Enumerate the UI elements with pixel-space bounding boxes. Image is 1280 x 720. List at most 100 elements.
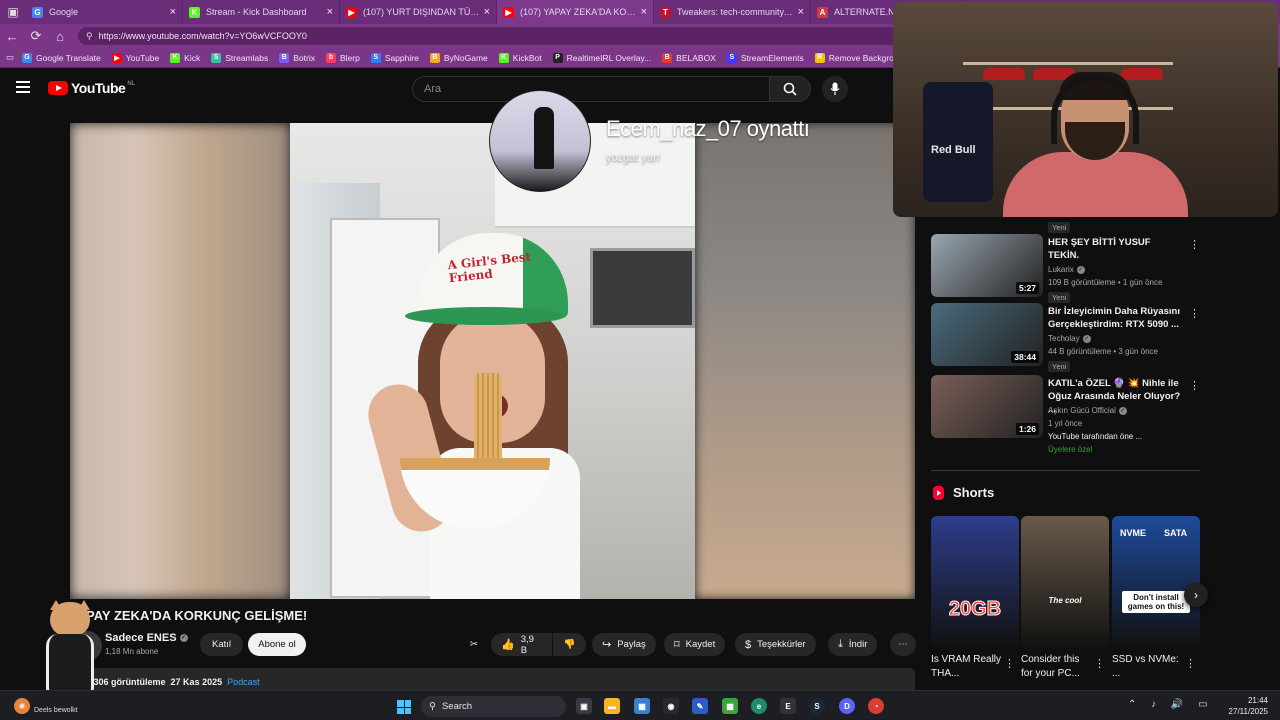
site-info-icon[interactable]: ⚲ <box>86 31 93 42</box>
download-label: İndir <box>848 639 868 650</box>
clip-button[interactable]: ✂ <box>470 633 478 656</box>
dislike-button[interactable]: 👎 <box>553 633 586 656</box>
members-only-text: Üyelere özel <box>1048 445 1093 454</box>
edge-icon[interactable]: e <box>751 698 767 714</box>
tab-title: (107) YURT DIŞINDAN TÜRKİYE'YE <box>363 7 480 17</box>
related-meta: 44 B görüntüleme • 3 gün önce <box>1048 347 1158 356</box>
bookmark-favicon-icon: b <box>325 52 336 63</box>
download-button[interactable]: ⤓ İndir <box>828 633 878 656</box>
more-vertical-icon[interactable]: ⋮ <box>1189 307 1200 320</box>
channel-name-text: Sadece ENES <box>105 632 177 644</box>
share-button[interactable]: ↪ Paylaş <box>592 633 656 656</box>
related-channel[interactable]: Lukarix ✓ <box>1048 265 1085 274</box>
bookmark-item[interactable]: K Kick <box>170 52 200 63</box>
minecraft-icon[interactable]: ▩ <box>722 698 738 714</box>
file-explorer-icon[interactable]: ▬ <box>604 698 620 714</box>
short-caption[interactable]: Consider this for your PC... <box>1021 653 1091 681</box>
close-tab-icon[interactable]: × <box>170 6 176 18</box>
close-tab-icon[interactable]: × <box>798 6 804 18</box>
system-tray-icons[interactable]: ⌃ ♪ 🔊 ▭ <box>1128 699 1214 710</box>
menu-icon[interactable] <box>16 81 30 93</box>
join-button[interactable]: Katıl <box>200 633 243 656</box>
video-thumbnail[interactable]: 5:27 <box>931 234 1043 297</box>
alert-avatar <box>489 90 591 192</box>
bookmark-item[interactable]: ▶ YouTube <box>111 52 159 63</box>
steam-icon[interactable]: S <box>809 698 825 714</box>
browser-tab[interactable]: T Tweakers: tech-community, nieuw × <box>654 0 811 24</box>
start-icon[interactable] <box>397 700 411 714</box>
browser-tab[interactable]: G Google × <box>26 0 183 24</box>
search-button[interactable] <box>769 76 811 102</box>
model-car <box>983 68 1025 80</box>
clock[interactable]: 21:44 27/11/2025 <box>1229 695 1268 717</box>
related-title[interactable]: HER ŞEY BİTTİ YUSUF TEKİN. <box>1048 236 1183 262</box>
thanks-button[interactable]: $ Teşekkürler <box>735 633 816 656</box>
short-caption[interactable]: SSD vs NVMe: ... <box>1112 653 1182 681</box>
weather-icon[interactable]: ☀ <box>14 698 30 714</box>
more-actions-button[interactable]: ⋯ <box>890 633 916 656</box>
chrome-icon[interactable]: ◔ <box>868 698 884 714</box>
shorts-next-button[interactable]: › <box>1184 583 1208 607</box>
task-view-icon[interactable]: ▣ <box>576 698 592 714</box>
more-vertical-icon[interactable]: ⋮ <box>1004 657 1015 670</box>
epic-games-icon[interactable]: E <box>780 698 796 714</box>
bookmark-label: Blerp <box>339 52 360 63</box>
search-input[interactable]: Ara <box>412 76 770 102</box>
bookmark-item[interactable]: S Sapphire <box>370 52 419 63</box>
taskbar-search[interactable]: ⚲ Search <box>421 696 566 717</box>
short-thumbnail[interactable]: The cool <box>1021 516 1109 648</box>
browser-tab[interactable]: K Stream - Kick Dashboard × <box>183 0 340 24</box>
close-tab-icon[interactable]: × <box>641 6 647 18</box>
channel-name[interactable]: Sadece ENES ✓ <box>105 632 188 644</box>
back-icon[interactable]: ← <box>0 24 24 48</box>
youtube-logo[interactable]: YouTube NL <box>48 80 135 96</box>
bookmarks-menu-icon[interactable]: ▭ <box>6 52 14 63</box>
chevron-right-icon: › <box>1194 588 1198 602</box>
save-button[interactable]: ⌑ Kaydet <box>664 633 726 656</box>
bookmark-item[interactable]: B ByNoGame <box>429 52 488 63</box>
bookmark-item[interactable]: B BELABOX <box>662 52 716 63</box>
obs-icon[interactable]: ◉ <box>663 698 679 714</box>
voice-search-button[interactable] <box>822 76 848 102</box>
short-overlay-text: 20GB <box>948 598 1002 621</box>
alert-subtitle: yozgat yarr <box>606 152 661 164</box>
bookmark-favicon-icon: K <box>170 52 181 63</box>
browser-tab[interactable]: ▶ (107) YAPAY ZEKA'DA KORKUNÇ × <box>497 0 654 24</box>
close-tab-icon[interactable]: × <box>327 6 333 18</box>
bookmark-item[interactable]: b Blerp <box>325 52 360 63</box>
bookmark-item[interactable]: K KickBot <box>498 52 542 63</box>
address-bar[interactable]: ⚲ https://www.youtube.com/watch?v=YO6wVC… <box>78 27 908 45</box>
more-vertical-icon[interactable]: ⋮ <box>1094 657 1105 670</box>
bookmark-item[interactable]: S Streamlabs <box>211 52 268 63</box>
video-thumbnail[interactable]: 1:26 <box>931 375 1043 438</box>
short-caption[interactable]: Is VRAM Really THA... <box>931 653 1001 681</box>
tab-actions-icon[interactable]: ▣ <box>0 0 26 24</box>
browser-tab[interactable]: ▶ (107) YURT DIŞINDAN TÜRKİYE'YE × <box>340 0 497 24</box>
related-channel[interactable]: Techolay ✓ <box>1048 334 1091 343</box>
bookmark-favicon-icon: S <box>370 52 381 63</box>
short-thumbnail[interactable]: Don't install games on this! NVME SATA <box>1112 516 1200 648</box>
reload-icon[interactable]: ⟳ <box>24 24 48 48</box>
search-placeholder: Ara <box>424 83 442 95</box>
more-vertical-icon[interactable]: ⋮ <box>1189 379 1200 392</box>
editor-icon[interactable]: ✎ <box>692 698 708 714</box>
video-player[interactable]: A Girl's Best Friend <box>70 123 915 599</box>
video-thumbnail[interactable]: 38:44 <box>931 303 1043 366</box>
close-tab-icon[interactable]: × <box>484 6 490 18</box>
store-icon[interactable]: ▦ <box>634 698 650 714</box>
subscribe-button[interactable]: Abone ol <box>248 633 306 656</box>
related-title[interactable]: Bir İzleyicimin Daha Rüyasını Gerçekleşt… <box>1048 305 1183 331</box>
related-channel[interactable]: Aşkın Gücü Official ✓ <box>1048 406 1127 415</box>
bookmark-item[interactable]: P RealtimeIRL Overlay... <box>552 52 651 63</box>
bookmark-item[interactable]: B Botrix <box>279 52 315 63</box>
more-vertical-icon[interactable]: ⋮ <box>1189 238 1200 251</box>
bookmark-item[interactable]: G Google Translate <box>22 52 101 63</box>
hashtag-link[interactable]: Podcast <box>227 677 260 687</box>
discord-icon[interactable]: D <box>839 698 855 714</box>
home-icon[interactable]: ⌂ <box>48 24 72 48</box>
more-vertical-icon[interactable]: ⋮ <box>1185 657 1196 670</box>
taskbar-search-icon: ⚲ <box>429 701 436 712</box>
bookmark-item[interactable]: S StreamElements <box>726 52 804 63</box>
short-thumbnail[interactable]: 20GB <box>931 516 1019 648</box>
like-button[interactable]: 👍 3,9 B <box>491 633 552 656</box>
